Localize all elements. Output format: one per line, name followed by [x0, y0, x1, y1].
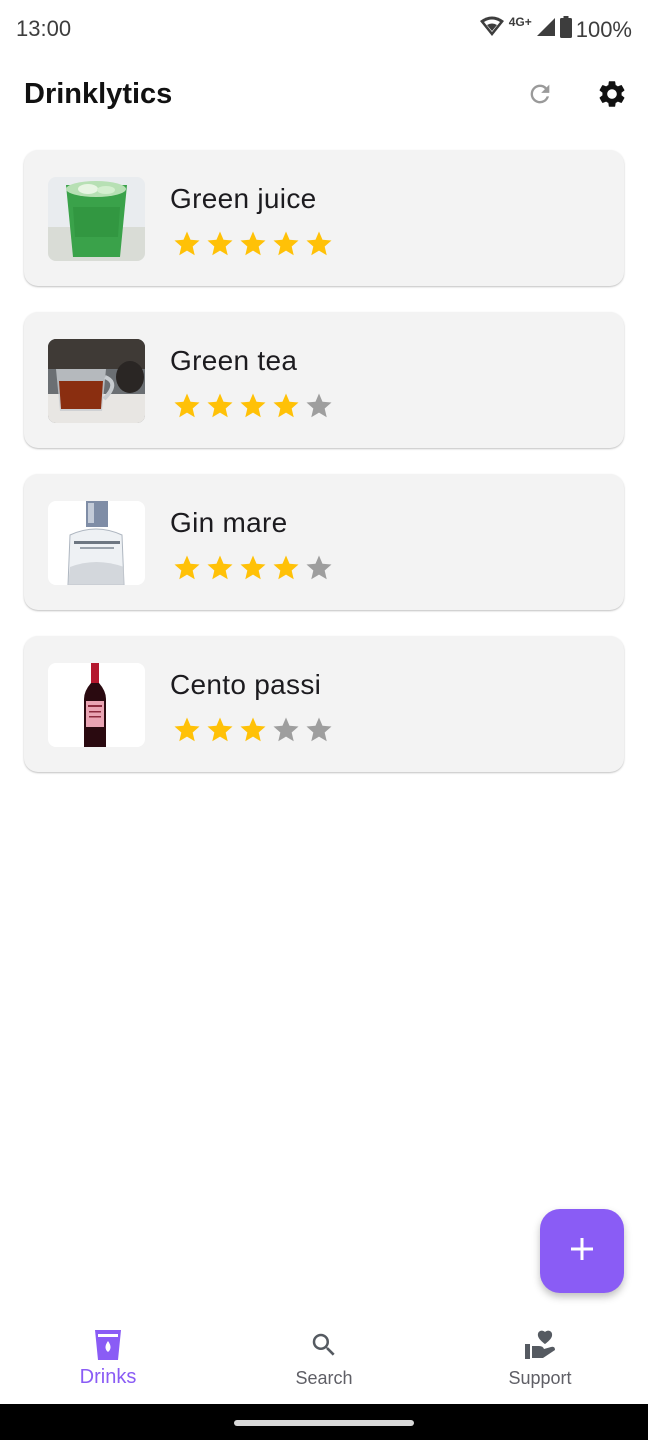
star-empty-icon [302, 714, 335, 746]
drink-image-cento-passi [48, 663, 145, 747]
network-type: 4G+ [508, 15, 532, 29]
plus-icon [569, 1236, 595, 1267]
star-filled-icon [236, 390, 269, 422]
status-icons: 4G+ 100% [479, 15, 632, 44]
star-filled-icon [236, 714, 269, 746]
drink-card[interactable]: Green tea [24, 312, 624, 448]
drink-name: Gin mare [170, 507, 288, 538]
star-filled-icon [269, 552, 302, 584]
rating-stars [170, 714, 335, 746]
drink-card[interactable]: Cento passi [24, 636, 624, 772]
drink-image-green-tea [48, 339, 145, 423]
drinks-list: Green juice Green tea Gin mare Cento pas… [24, 150, 624, 798]
drink-image-green-juice [48, 177, 145, 261]
drink-image-gin-mare [48, 501, 145, 585]
page-title: Drinklytics [24, 78, 173, 110]
gear-icon [596, 78, 628, 115]
nav-item-drinks[interactable]: Drinks [0, 1316, 216, 1404]
drink-card[interactable]: Gin mare [24, 474, 624, 610]
star-filled-icon [170, 228, 203, 260]
star-filled-icon [203, 714, 236, 746]
drink-name: Green juice [170, 183, 317, 214]
star-filled-icon [269, 390, 302, 422]
drink-name: Green tea [170, 345, 298, 376]
status-bar: 13:00 4G+ 100% [0, 0, 648, 60]
signal-icon [536, 17, 556, 43]
rating-stars [170, 552, 335, 584]
star-filled-icon [203, 390, 236, 422]
star-filled-icon [236, 552, 269, 584]
star-empty-icon [302, 390, 335, 422]
status-time: 13:00 [16, 16, 72, 41]
battery-icon [559, 16, 572, 44]
support-heart-hand-icon [523, 1328, 557, 1362]
wifi-icon [479, 16, 505, 44]
rating-stars [170, 228, 335, 260]
star-filled-icon [170, 552, 203, 584]
battery-level: 100% [575, 17, 632, 42]
settings-button[interactable] [592, 76, 632, 116]
refresh-button[interactable] [520, 76, 560, 116]
nav-item-support[interactable]: Support [432, 1316, 648, 1404]
star-filled-icon [203, 228, 236, 260]
star-empty-icon [302, 552, 335, 584]
system-navigation-bar [0, 1404, 648, 1440]
add-drink-button[interactable] [540, 1209, 624, 1293]
drink-glass-icon [91, 1328, 125, 1362]
rating-stars [170, 390, 335, 422]
star-empty-icon [269, 714, 302, 746]
app-bar: Drinklytics [0, 62, 648, 130]
star-filled-icon [170, 390, 203, 422]
search-icon [307, 1328, 341, 1362]
nav-label-drinks: Drinks [79, 1366, 137, 1388]
home-gesture-handle[interactable] [234, 1420, 414, 1426]
refresh-icon [526, 80, 554, 113]
star-filled-icon [269, 228, 302, 260]
nav-item-search[interactable]: Search [216, 1316, 432, 1404]
star-filled-icon [170, 714, 203, 746]
nav-label-support: Support [508, 1368, 572, 1388]
nav-label-search: Search [295, 1368, 353, 1388]
drink-card[interactable]: Green juice [24, 150, 624, 286]
star-filled-icon [203, 552, 236, 584]
star-filled-icon [302, 228, 335, 260]
drink-name: Cento passi [170, 669, 322, 700]
bottom-navigation: Drinks Search Support [0, 1316, 648, 1404]
star-filled-icon [236, 228, 269, 260]
